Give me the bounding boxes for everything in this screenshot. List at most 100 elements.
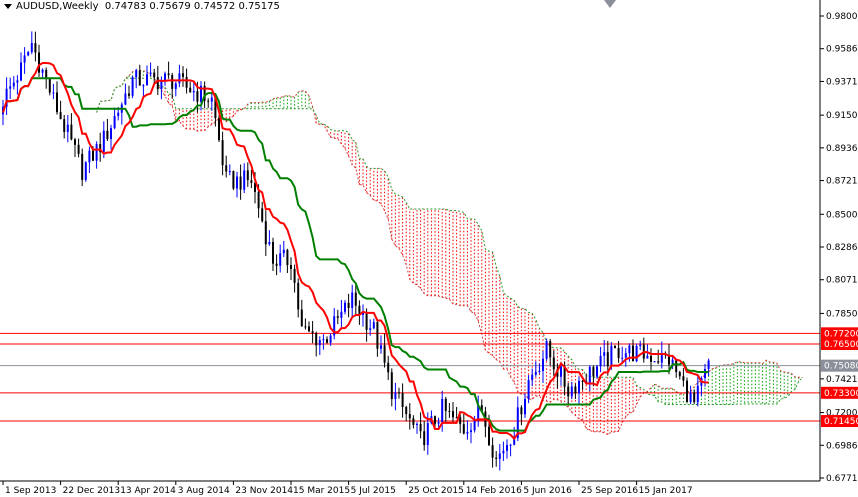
kijun-sen-line — [2, 77, 709, 432]
candle-body — [588, 366, 591, 384]
candle-body — [268, 242, 271, 245]
y-tick-label: 0.80715 — [826, 276, 858, 286]
y-tick-label: 0.74215 — [826, 375, 858, 385]
candle-body — [599, 355, 602, 367]
candle-body — [344, 302, 346, 312]
candle-body — [12, 82, 15, 87]
candle-body — [27, 52, 30, 56]
candle-body — [621, 357, 624, 359]
chart-window[interactable]: AUDUSD,Weekly 0.74783 0.75679 0.74572 0.… — [0, 0, 858, 497]
candle-body — [88, 150, 91, 163]
candle-body — [610, 345, 613, 367]
candle-body — [228, 171, 231, 173]
y-tick-label: 0.91505 — [826, 111, 858, 121]
candle-body — [207, 100, 210, 102]
candle-body — [20, 62, 22, 81]
y-tick-label: 0.82860 — [826, 243, 858, 253]
candle-body — [380, 345, 382, 349]
x-tick-label: 15 Jan 2017 — [639, 486, 693, 496]
candle-body — [653, 361, 656, 363]
price-level-label: 0.73300 — [824, 389, 858, 399]
candle-body — [549, 341, 552, 358]
candle-body — [110, 128, 112, 140]
candle-body — [682, 376, 685, 381]
y-tick-label: 0.93715 — [826, 77, 858, 87]
candle-body — [23, 55, 26, 63]
candle-body — [538, 370, 541, 372]
candle-body — [102, 130, 105, 153]
candle-body — [491, 445, 494, 458]
candle-body — [308, 326, 310, 332]
price-chart[interactable]: 0.98005 0.95860 0.93715 0.91505 0.89360 0.872… — [0, 0, 858, 497]
candle-body — [318, 340, 321, 346]
candle-body — [336, 316, 339, 318]
candle-body — [495, 457, 498, 459]
candle-body — [322, 339, 325, 341]
candle-body — [74, 139, 76, 145]
candle-body — [66, 124, 69, 132]
candle-body — [192, 91, 195, 93]
candle-body — [369, 328, 372, 330]
candle-body — [574, 386, 577, 394]
x-tick-label: 1 Sep 2013 — [5, 486, 56, 496]
candle-body — [408, 414, 411, 419]
symbol-label: AUDUSD,Weekly — [16, 1, 99, 12]
candle-body — [531, 374, 534, 380]
candle-body — [444, 398, 447, 411]
candle-body — [326, 339, 328, 343]
candle-body — [210, 97, 213, 102]
candle-body — [272, 242, 274, 264]
candle-body — [293, 268, 296, 283]
candle-body — [592, 366, 595, 377]
candle-body — [178, 73, 181, 84]
senkou-span-b-line — [96, 77, 803, 405]
candle-body — [376, 322, 379, 349]
price-level-label: 0.75080 — [824, 362, 858, 372]
candle-body — [657, 361, 660, 363]
candle-body — [246, 170, 249, 181]
candle-body — [232, 171, 235, 189]
candle-body — [387, 362, 390, 373]
price-level-label: 0.77200 — [824, 329, 858, 339]
candle-body — [77, 144, 80, 154]
candle-body — [686, 380, 688, 403]
candle-body — [603, 352, 606, 356]
candle-body — [416, 423, 418, 425]
y-tick-label: 0.78505 — [826, 309, 858, 319]
candle-body — [142, 85, 145, 87]
candle-body — [153, 72, 156, 78]
candle-body — [106, 130, 109, 140]
price-level-label: 0.71450 — [824, 417, 858, 427]
chart-title: AUDUSD,Weekly 0.74783 0.75679 0.74572 0.… — [4, 1, 280, 12]
candle-body — [678, 372, 681, 377]
x-tick-label: 22 Dec 2013 — [63, 486, 121, 496]
tenkan-sen-line — [2, 62, 709, 441]
price-level-label: 0.76500 — [824, 340, 858, 350]
candle-body — [282, 249, 285, 254]
candle-body — [9, 86, 12, 89]
candle-body — [498, 453, 501, 459]
candle-body — [81, 153, 84, 180]
candle-body — [646, 355, 649, 359]
x-tick-label: 23 Nov 2014 — [235, 486, 293, 496]
candle-body — [347, 302, 350, 308]
candle-body — [92, 150, 94, 161]
candle-body — [650, 355, 652, 362]
candle-body — [218, 118, 220, 141]
candle-body — [225, 165, 228, 172]
candle-body — [624, 353, 627, 358]
candle-body — [570, 386, 573, 397]
dropdown-triangle-icon[interactable] — [4, 3, 12, 9]
candle-body — [297, 282, 300, 310]
candle-body — [639, 344, 642, 347]
candle-body — [264, 221, 267, 245]
candle-body — [239, 176, 242, 190]
candle-body — [135, 70, 138, 78]
candle-body — [236, 176, 238, 189]
candle-body — [182, 73, 184, 77]
candle-body — [527, 379, 530, 399]
candle-body — [452, 411, 454, 418]
candle-body — [704, 369, 706, 379]
candle-body — [84, 162, 87, 180]
x-tick-label: 3 Aug 2014 — [178, 486, 230, 496]
